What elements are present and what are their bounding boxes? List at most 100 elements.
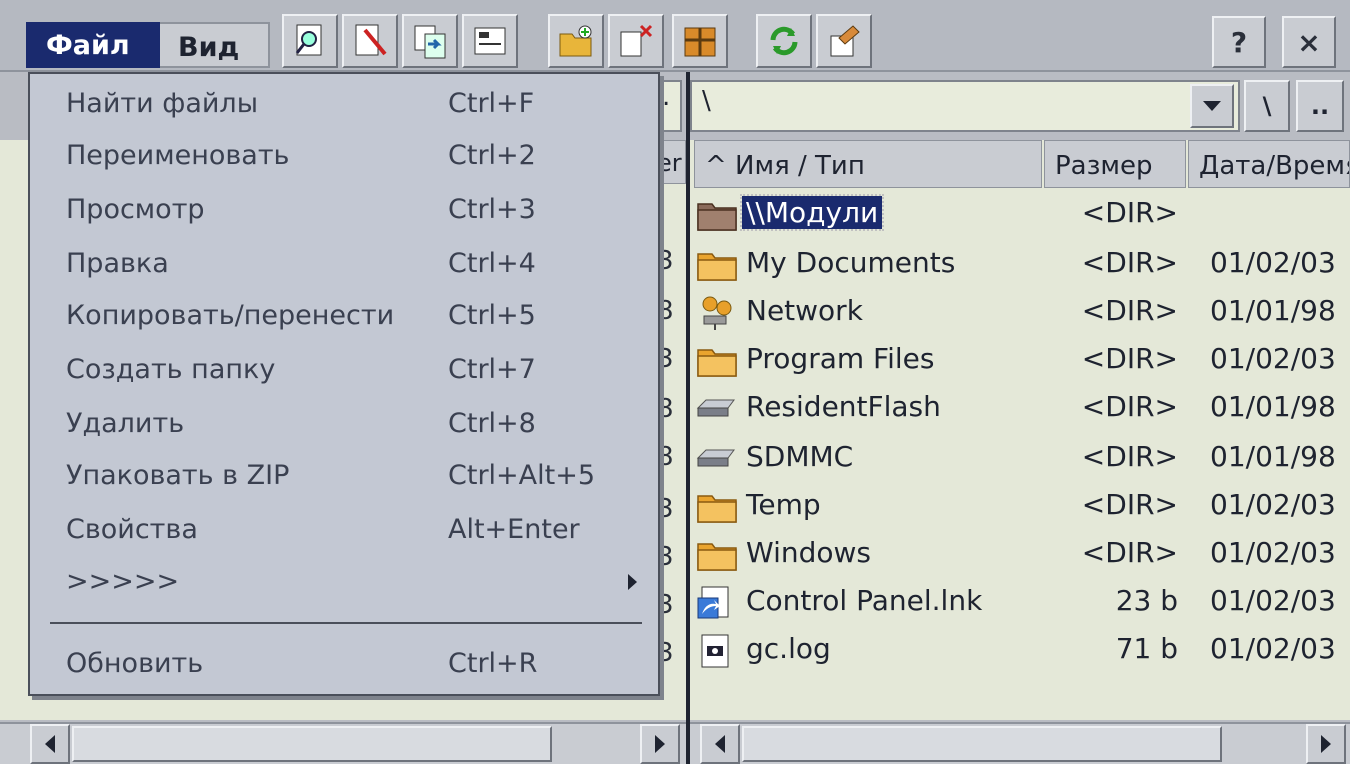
right-scroll-thumb[interactable] xyxy=(742,726,1222,762)
folder-icon xyxy=(696,246,738,282)
menu-item[interactable]: Удалить xyxy=(66,408,184,439)
menu-item[interactable]: >>>>> xyxy=(66,566,179,597)
shortcut-icon xyxy=(696,584,738,620)
refresh-icon xyxy=(770,26,798,56)
log-file-icon xyxy=(696,632,738,668)
file-name: \\Модули xyxy=(739,194,885,231)
close-button[interactable]: × xyxy=(1282,16,1336,68)
column-name[interactable]: ^ Имя / Тип xyxy=(694,140,1042,188)
root-button[interactable]: \ xyxy=(1244,80,1290,132)
menu-shortcut: Ctrl+5 xyxy=(448,300,536,331)
file-name: Program Files xyxy=(746,342,935,375)
menu-item[interactable]: Найти файлы xyxy=(66,88,258,119)
file-size: <DIR> xyxy=(1081,440,1178,473)
network-icon xyxy=(696,294,738,330)
menu-separator xyxy=(50,622,642,624)
delete-button[interactable] xyxy=(608,14,664,68)
file-size: <DIR> xyxy=(1081,390,1178,423)
zip-icon xyxy=(684,27,716,57)
file-row[interactable]: SDMMC <DIR> 01/01/98 xyxy=(694,434,1350,482)
file-name: SDMMC xyxy=(746,440,854,473)
file-size: 23 b xyxy=(1115,584,1178,617)
folder-icon xyxy=(696,488,738,524)
file-name: Network xyxy=(746,294,863,327)
properties-icon xyxy=(830,25,860,57)
menu-shortcut: Ctrl+2 xyxy=(448,140,536,171)
find-button[interactable] xyxy=(282,14,338,68)
properties-button[interactable] xyxy=(816,14,872,68)
menu-shortcut-refresh: Ctrl+R xyxy=(448,648,538,679)
file-name: My Documents xyxy=(746,246,956,279)
file-name: gc.log xyxy=(746,632,831,665)
menu-item[interactable]: Создать папку xyxy=(66,354,275,385)
menu-shortcut: Ctrl+7 xyxy=(448,354,536,385)
network-folder-icon xyxy=(696,196,738,232)
file-size: 71 b xyxy=(1115,632,1178,665)
up-button[interactable]: .. xyxy=(1296,80,1344,132)
file-name: Windows xyxy=(746,536,871,569)
file-size: <DIR> xyxy=(1081,536,1178,569)
file-row[interactable]: Windows <DIR> 01/02/03 xyxy=(694,530,1350,578)
menu-item[interactable]: Копировать/перенести xyxy=(66,300,394,331)
file-row[interactable]: My Documents <DIR> 01/02/03 xyxy=(694,240,1350,288)
right-scroll-right-arrow[interactable] xyxy=(1306,724,1346,764)
file-row[interactable]: Temp <DIR> 01/02/03 xyxy=(694,482,1350,530)
menu-item[interactable]: Просмотр xyxy=(66,194,205,225)
file-row[interactable]: Program Files <DIR> 01/02/03 xyxy=(694,336,1350,384)
menu-shortcut: Ctrl+4 xyxy=(448,248,536,279)
file-date: 01/02/03 xyxy=(1210,632,1336,665)
file-name: Temp xyxy=(746,488,821,521)
drive-icon xyxy=(696,390,738,426)
file-row[interactable]: Network <DIR> 01/01/98 xyxy=(694,288,1350,336)
file-date: 01/02/03 xyxy=(1210,342,1336,375)
refresh-button[interactable] xyxy=(756,14,812,68)
menu-item[interactable]: Правка xyxy=(66,248,169,279)
file-date: 01/01/98 xyxy=(1210,440,1336,473)
new-folder-button[interactable] xyxy=(548,14,604,68)
column-date[interactable]: Дата/Время xyxy=(1188,140,1350,188)
menu-item[interactable]: Свойства xyxy=(66,514,198,545)
path-dropdown-button[interactable] xyxy=(1190,84,1234,128)
file-date: 01/02/03 xyxy=(1210,246,1336,279)
rename-button[interactable] xyxy=(342,14,398,68)
file-row[interactable]: ResidentFlash <DIR> 01/01/98 xyxy=(694,384,1350,432)
toolbar: Файл Вид ? × xyxy=(0,0,1350,72)
menu-view[interactable]: Вид xyxy=(160,22,270,68)
file-row[interactable]: \\Модули <DIR> xyxy=(694,190,1350,238)
file-name: Control Panel.lnk xyxy=(746,584,983,617)
file-size: <DIR> xyxy=(1081,196,1178,229)
file-row[interactable]: gc.log 71 b 01/02/03 xyxy=(694,626,1350,674)
copy-button[interactable] xyxy=(402,14,458,68)
menu-item[interactable]: Упаковать в ZIP xyxy=(66,460,289,491)
file-date: 01/02/03 xyxy=(1210,536,1336,569)
file-date: 01/02/03 xyxy=(1210,584,1336,617)
left-scroll-right-arrow[interactable] xyxy=(640,724,680,764)
column-size[interactable]: Размер xyxy=(1044,140,1186,188)
submenu-arrow-icon xyxy=(628,574,637,590)
left-scroll-left-arrow[interactable] xyxy=(30,724,70,764)
menu-shortcut: Ctrl+3 xyxy=(448,194,536,225)
file-size: <DIR> xyxy=(1081,342,1178,375)
view-icon xyxy=(474,27,506,55)
menu-shortcut: Ctrl+Alt+5 xyxy=(448,460,596,491)
file-date: 01/02/03 xyxy=(1210,488,1336,521)
right-scroll-left-arrow[interactable] xyxy=(700,724,740,764)
folder-icon xyxy=(696,342,738,378)
menu-item-refresh[interactable]: Обновить xyxy=(66,648,203,679)
file-row[interactable]: Control Panel.lnk 23 b 01/02/03 xyxy=(694,578,1350,626)
menu-shortcut: Ctrl+F xyxy=(448,88,535,119)
left-scroll-thumb[interactable] xyxy=(72,726,552,762)
path-input[interactable]: \ xyxy=(690,80,1240,132)
menu-file[interactable]: Файл xyxy=(26,22,160,68)
delete-icon xyxy=(620,24,653,57)
help-button[interactable]: ? xyxy=(1212,16,1266,68)
rename-icon xyxy=(355,24,387,56)
zip-button[interactable] xyxy=(672,14,728,68)
menu-shortcut: Ctrl+8 xyxy=(448,408,536,439)
file-name: ResidentFlash xyxy=(746,390,941,423)
menu-item[interactable]: Переименовать xyxy=(66,140,289,171)
copy-icon xyxy=(414,25,446,59)
view-button[interactable] xyxy=(462,14,518,68)
new-folder-icon xyxy=(559,25,592,57)
find-icon xyxy=(295,24,322,56)
